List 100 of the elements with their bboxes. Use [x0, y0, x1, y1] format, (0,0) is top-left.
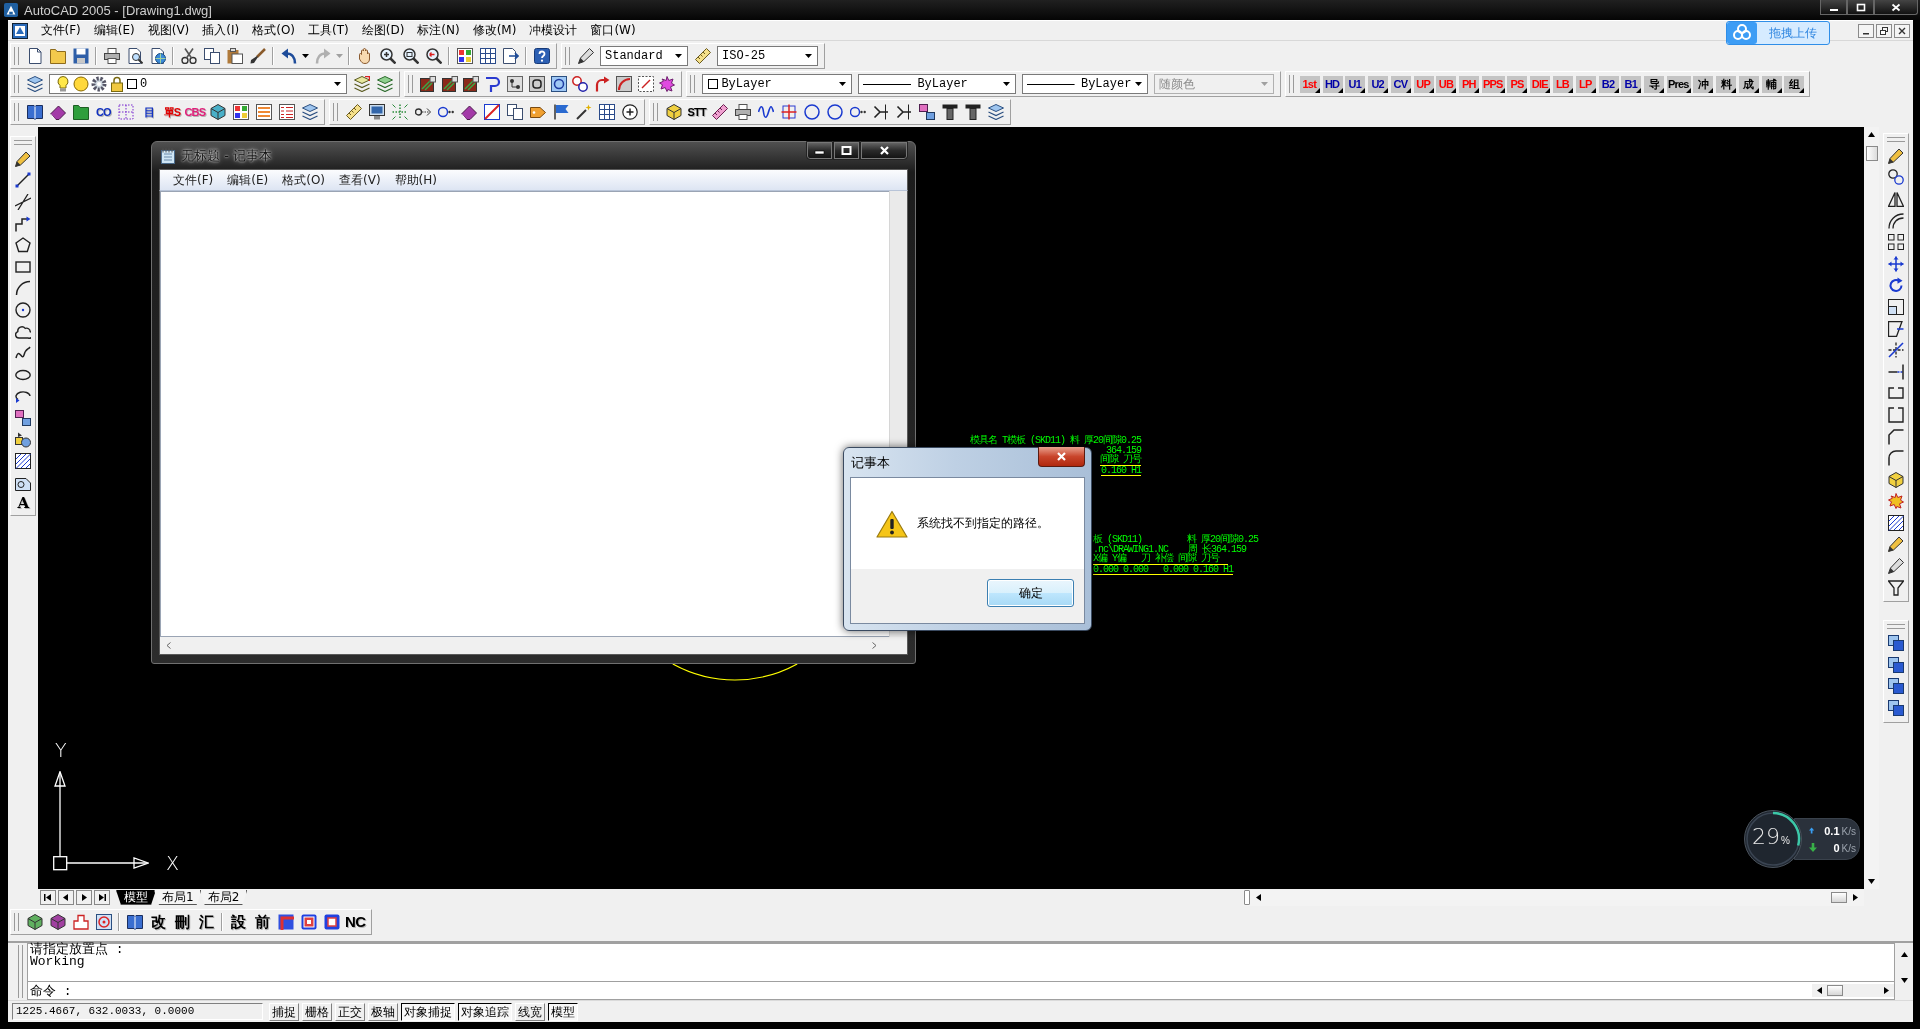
layer-dropdown[interactable]: 0	[49, 74, 347, 94]
two-pages-icon[interactable]	[203, 48, 220, 64]
chamfer-icon[interactable]	[1888, 428, 1904, 445]
toolbar-button[interactable]: 目	[137, 103, 161, 121]
cube-icon[interactable]	[26, 914, 43, 930]
layout-tab[interactable]: 布局2	[199, 890, 248, 905]
toolbar-button[interactable]: 前	[250, 913, 274, 931]
toolbar-button[interactable]: U2	[1368, 75, 1389, 93]
hook-icon[interactable]	[485, 76, 502, 92]
page-globe-icon[interactable]	[149, 48, 166, 64]
magnifier-icon[interactable]	[402, 48, 419, 64]
triangle-down-icon[interactable]	[1900, 977, 1908, 984]
caret-icon[interactable]	[334, 82, 341, 86]
status-toggle[interactable]: 对象追踪	[458, 1002, 512, 1021]
list-icon[interactable]	[278, 104, 295, 120]
overlapping-squares-icon[interactable]	[1888, 700, 1904, 717]
arc-icon[interactable]	[615, 76, 632, 92]
menu-item[interactable]: 格式(O)	[245, 22, 302, 39]
pencil-icon[interactable]	[1888, 147, 1904, 164]
curved-arrow-icon[interactable]	[594, 76, 611, 92]
triangle-up-icon[interactable]	[1900, 951, 1908, 958]
target-icon[interactable]	[95, 914, 112, 930]
crossing-lines-icon[interactable]	[15, 194, 31, 210]
circle-in-square-icon[interactable]	[550, 76, 567, 92]
folder-icon[interactable]	[72, 104, 89, 120]
triangle-left-icon[interactable]	[1255, 894, 1262, 901]
scrollbar-thumb[interactable]	[1865, 146, 1878, 161]
chevron-left-icon[interactable]	[166, 642, 171, 649]
starburst-icon[interactable]	[1888, 493, 1904, 510]
toolbar-button[interactable]: HD	[1322, 75, 1343, 93]
toolbar-button[interactable]: 刪	[170, 913, 194, 931]
blocks-icon[interactable]	[15, 431, 31, 448]
triangle-right-icon[interactable]	[76, 890, 92, 905]
squares-grid-icon[interactable]	[1888, 234, 1904, 251]
toolbar-button[interactable]: B2	[1598, 75, 1619, 93]
triangle-down-icon[interactable]	[1868, 878, 1875, 885]
restore-button[interactable]	[1876, 23, 1892, 38]
close-button[interactable]	[1874, 0, 1918, 15]
scrollbar-thumb[interactable]	[1831, 892, 1847, 903]
funnel-icon[interactable]	[1888, 579, 1904, 596]
triangle-up-icon[interactable]	[1868, 131, 1875, 138]
toolbar-button[interactable]: CO	[92, 103, 115, 121]
extend-icon[interactable]	[1888, 363, 1904, 380]
triangle-right-icon[interactable]	[1852, 894, 1859, 901]
four-arrows-icon[interactable]	[1888, 255, 1904, 272]
nested-squares-icon[interactable]	[1888, 298, 1904, 315]
ruler-icon[interactable]	[345, 104, 362, 120]
scrollbar-thumb[interactable]	[1827, 985, 1843, 996]
scrollbar-handle[interactable]	[1244, 890, 1250, 905]
menu-item[interactable]: 冲模设计	[522, 22, 584, 39]
pencil-icon[interactable]	[1888, 536, 1904, 553]
toolbar-button[interactable]: U1	[1345, 75, 1366, 93]
toolbar-button[interactable]: 改	[146, 913, 170, 931]
maximize-button[interactable]	[833, 141, 860, 160]
overlapping-squares-icon[interactable]	[1888, 678, 1904, 695]
folder-icon[interactable]	[49, 48, 66, 64]
grid-icon[interactable]	[479, 48, 496, 64]
flag-icon[interactable]	[552, 104, 569, 120]
notch-icon[interactable]	[72, 914, 89, 930]
hand-icon[interactable]	[356, 48, 373, 64]
sun-icon[interactable]	[91, 76, 107, 92]
status-toggle[interactable]: 捕捉	[269, 1002, 299, 1021]
status-toggle[interactable]: 正交	[335, 1002, 365, 1021]
caret-icon[interactable]	[839, 82, 847, 86]
grid-icon[interactable]	[598, 104, 615, 120]
lineweight-dropdown[interactable]: ByLayer	[1022, 74, 1149, 94]
caret-icon[interactable]	[805, 54, 812, 58]
page-icon[interactable]	[26, 48, 43, 64]
color-grid-icon[interactable]	[456, 48, 473, 64]
toolbar-button[interactable]: 單S	[160, 103, 184, 121]
close-icon[interactable]	[1898, 26, 1906, 35]
color-grid-icon[interactable]	[232, 104, 249, 120]
menu-item[interactable]: 查看(V)	[332, 171, 388, 189]
printer-icon[interactable]	[103, 48, 120, 64]
book-icon[interactable]	[126, 914, 143, 930]
circle-dots-icon[interactable]	[849, 104, 866, 120]
dotted-grid-icon[interactable]	[118, 104, 135, 120]
close-button[interactable]	[1894, 23, 1910, 38]
circle-dots-icon[interactable]	[437, 104, 454, 120]
horizontal-scrollbar[interactable]	[1812, 984, 1894, 997]
minimize-button[interactable]	[806, 141, 833, 160]
ok-button[interactable]: 确定	[987, 579, 1074, 607]
toolbar-button[interactable]: CV	[1390, 75, 1411, 93]
book-icon[interactable]	[26, 104, 43, 120]
cube-icon[interactable]	[1888, 471, 1904, 488]
document-icon[interactable]	[12, 22, 28, 39]
toolbar-button[interactable]: 汇	[194, 913, 218, 931]
status-toggle[interactable]: 对象捕捉	[401, 1002, 455, 1021]
toolbar-button[interactable]: Pres	[1666, 75, 1691, 93]
menu-item[interactable]: 格式(O)	[275, 171, 333, 189]
menu-item[interactable]: 工具(T)	[301, 22, 356, 39]
menu-item[interactable]: 绘图(D)	[355, 22, 411, 39]
hatched-square-icon[interactable]	[1888, 514, 1904, 531]
boxes-icon[interactable]	[15, 409, 31, 426]
menu-item[interactable]: 文件(F)	[166, 171, 221, 189]
ruler-icon[interactable]	[711, 104, 728, 120]
trim-icon[interactable]	[1888, 342, 1904, 359]
stacked-sheets-icon[interactable]	[301, 104, 318, 120]
layout-tab[interactable]: 布局1	[154, 890, 202, 905]
wand-icon[interactable]	[575, 104, 592, 120]
